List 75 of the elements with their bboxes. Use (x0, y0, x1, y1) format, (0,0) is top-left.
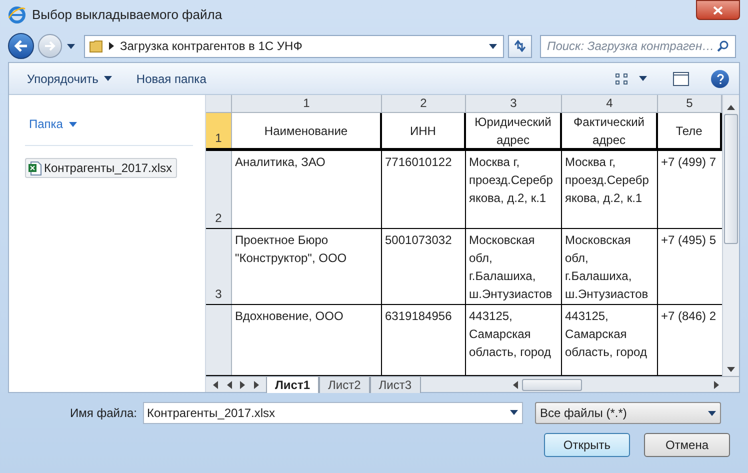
table-cell: 7716010122 (382, 151, 466, 228)
open-button[interactable]: Открыть (544, 433, 630, 457)
caret-icon (510, 410, 518, 414)
table-cell-text: +7 (846) 2 (660, 308, 718, 325)
vertical-scrollbar[interactable] (722, 95, 739, 376)
file-name-label: Имя файла: (70, 405, 137, 422)
table-cell: 443125, Самарская область, город (562, 305, 658, 375)
column-header[interactable]: 4 (562, 95, 658, 112)
caret-icon (104, 76, 112, 81)
sheet-tab[interactable]: Лист3 (370, 376, 421, 392)
table-cell: 6319184956 (382, 305, 466, 375)
header-cell: Юридический адрес (466, 113, 562, 148)
chevron-right-icon (109, 42, 114, 50)
file-name-field[interactable]: Контрагенты_2017.xlsx (142, 402, 523, 424)
previous-sheet-icon[interactable] (226, 380, 232, 388)
help-button[interactable] (711, 70, 729, 88)
close-button[interactable] (696, 0, 740, 20)
table-cell: Московская обл, г.Балашиха, ш.Энтузиастов (562, 229, 658, 304)
first-sheet-icon[interactable] (212, 380, 218, 388)
arrow-right-icon (714, 380, 719, 388)
row-header[interactable]: 1 (206, 113, 232, 148)
column-header[interactable]: 2 (382, 95, 466, 112)
caret-icon (639, 76, 647, 81)
folder-icon (89, 39, 103, 53)
arrow-up-icon (727, 105, 735, 110)
table-cell: 443125, Самарская область, город (466, 305, 562, 375)
last-sheet-icon[interactable] (254, 380, 260, 388)
address-path: Загрузка контрагентов в 1С УНФ (120, 38, 302, 55)
refresh-icon (513, 40, 527, 52)
table-cell: Аналитика, ЗАО (232, 151, 382, 228)
file-item[interactable]: Контрагенты_2017.xlsx (25, 158, 178, 178)
window-title: Выбор выкладываемого файла (32, 6, 222, 24)
spreadsheet-file-icon (28, 160, 42, 176)
header-cell: Наименование (232, 113, 382, 148)
caret-icon (489, 44, 497, 48)
address-field[interactable]: Загрузка контрагентов в 1С УНФ (84, 34, 504, 58)
table-cell-text: +7 (499) 7 (660, 154, 718, 171)
header-cell: ИНН (382, 113, 466, 148)
horizontal-scrollbar[interactable] (511, 378, 721, 392)
next-sheet-icon[interactable] (240, 380, 246, 388)
caret-icon (67, 44, 75, 48)
close-icon (713, 6, 723, 14)
cancel-button[interactable]: Отмена (644, 433, 730, 457)
header-cell: Фактический адрес (562, 113, 658, 148)
caret-icon (708, 410, 716, 416)
arrow-right-icon (44, 41, 56, 51)
folder-link[interactable]: Папка (25, 115, 81, 133)
table-cell: 5001073032 (382, 229, 466, 304)
table-cell-text: +7 (495) 5 (660, 232, 718, 249)
caret-icon (68, 122, 77, 126)
column-header[interactable]: 1 (232, 95, 382, 112)
row-header[interactable]: 3 (206, 229, 232, 304)
search-icon (717, 40, 729, 52)
row-header[interactable]: 2 (206, 151, 232, 228)
question-icon (716, 74, 724, 84)
arrow-left-icon (513, 380, 518, 388)
table-cell: Вдохновение, ООО (232, 305, 382, 375)
app-icon (8, 6, 26, 24)
pane-icon (673, 72, 689, 86)
table-cell: Проектное Бюро "Конструктор", ООО (232, 229, 382, 304)
sheet-tab[interactable]: Лист1 (266, 376, 320, 392)
column-header[interactable]: 3 (466, 95, 562, 112)
table-cell: Московская обл, г.Балашиха, ш.Энтузиастов (466, 229, 562, 304)
organize-button[interactable]: Упорядочить (19, 66, 120, 90)
back-button[interactable] (8, 33, 34, 59)
refresh-button[interactable] (508, 34, 532, 58)
search-field[interactable]: Поиск: Загрузка контраген… (540, 34, 736, 58)
arrow-left-icon (14, 40, 28, 52)
sheet-tab[interactable]: Лист2 (319, 376, 370, 392)
file-type-select[interactable]: Все файлы (*.*) (534, 402, 721, 424)
new-folder-button[interactable]: Новая папка (128, 66, 214, 90)
table-cell: Москва г, проезд.Серебрякова, д.2, к.1 (562, 151, 658, 228)
view-list-icon (615, 72, 629, 84)
table-cell: Москва г, проезд.Серебрякова, д.2, к.1 (466, 151, 562, 228)
arrow-down-icon (727, 367, 735, 372)
